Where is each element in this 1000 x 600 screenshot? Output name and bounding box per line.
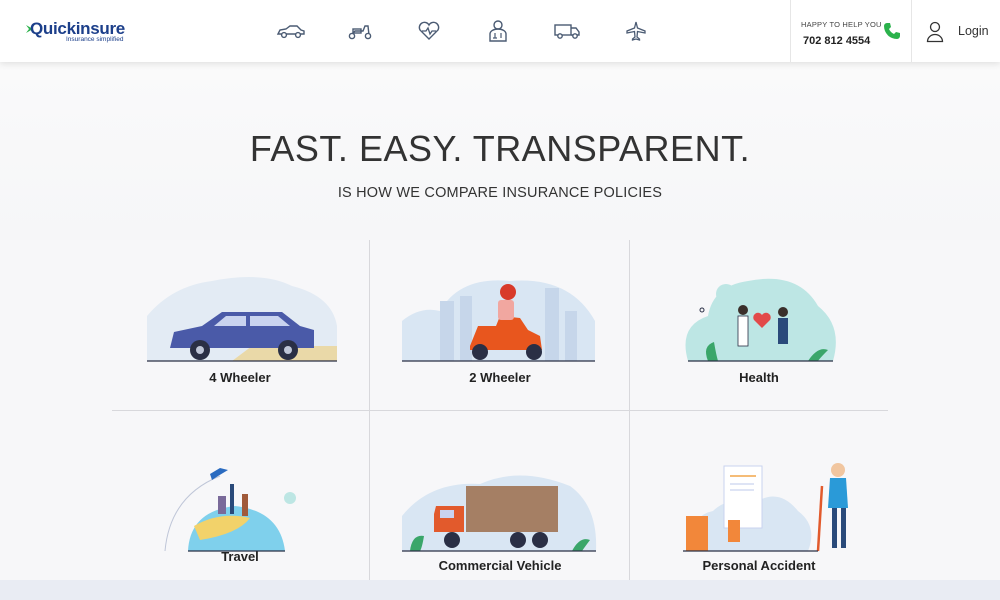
brand-tagline: Insurance simplified xyxy=(66,36,124,43)
health-illustration xyxy=(685,278,836,362)
hero-headline: FAST. EASY. TRANSPARENT. xyxy=(249,128,751,169)
quickinsure-logo[interactable]: Quickinsure Insurance simplified xyxy=(20,18,130,48)
car-illustration xyxy=(147,277,337,362)
product-label: Personal Accident xyxy=(702,558,816,573)
login-button[interactable]: Login xyxy=(926,20,990,44)
travel-illustration xyxy=(164,468,296,552)
nav-truck-icon[interactable] xyxy=(550,16,584,46)
phone-icon[interactable] xyxy=(883,22,901,40)
product-label: Travel xyxy=(221,549,259,564)
product-label: 4 Wheeler xyxy=(209,370,271,385)
nav-health-icon[interactable] xyxy=(412,16,446,46)
product-card-travel[interactable]: Travel xyxy=(110,411,370,580)
personal-accident-illustration xyxy=(683,463,848,552)
product-label: 2 Wheeler xyxy=(469,370,531,385)
scooter-illustration xyxy=(402,280,595,362)
help-contact: HAPPY TO HELP YOU 702 812 4554 xyxy=(790,0,912,62)
nav-airplane-icon[interactable] xyxy=(619,16,653,46)
product-card-4-wheeler[interactable]: 4 Wheeler xyxy=(110,240,370,410)
nav-scooter-icon[interactable] xyxy=(343,16,377,46)
login-label: Login xyxy=(958,24,989,38)
product-grid: 4 Wheeler 2 Wheeler Health Travel Commer… xyxy=(0,240,1000,580)
hero-subhead: IS HOW WE COMPARE INSURANCE POLICIES xyxy=(337,185,663,201)
nav-car-icon[interactable] xyxy=(274,16,308,46)
product-card-health[interactable]: Health xyxy=(630,240,888,410)
nav-doctor-icon[interactable] xyxy=(481,16,515,46)
user-icon xyxy=(926,21,944,43)
help-text: HAPPY TO HELP YOU xyxy=(801,20,882,29)
product-card-personal-accident[interactable]: Personal Accident xyxy=(630,411,888,580)
product-label: Commercial Vehicle xyxy=(438,558,562,573)
bottom-strip xyxy=(0,580,1000,600)
truck-illustration xyxy=(402,475,597,552)
product-label: Health xyxy=(739,370,779,385)
product-card-commercial-vehicle[interactable]: Commercial Vehicle xyxy=(370,411,630,580)
grid-divider-horizontal xyxy=(112,410,888,411)
phone-number[interactable]: 702 812 4554 xyxy=(803,35,870,47)
top-header: Quickinsure Insurance simplified HAPPY T… xyxy=(0,0,1000,62)
product-card-2-wheeler[interactable]: 2 Wheeler xyxy=(370,240,630,410)
